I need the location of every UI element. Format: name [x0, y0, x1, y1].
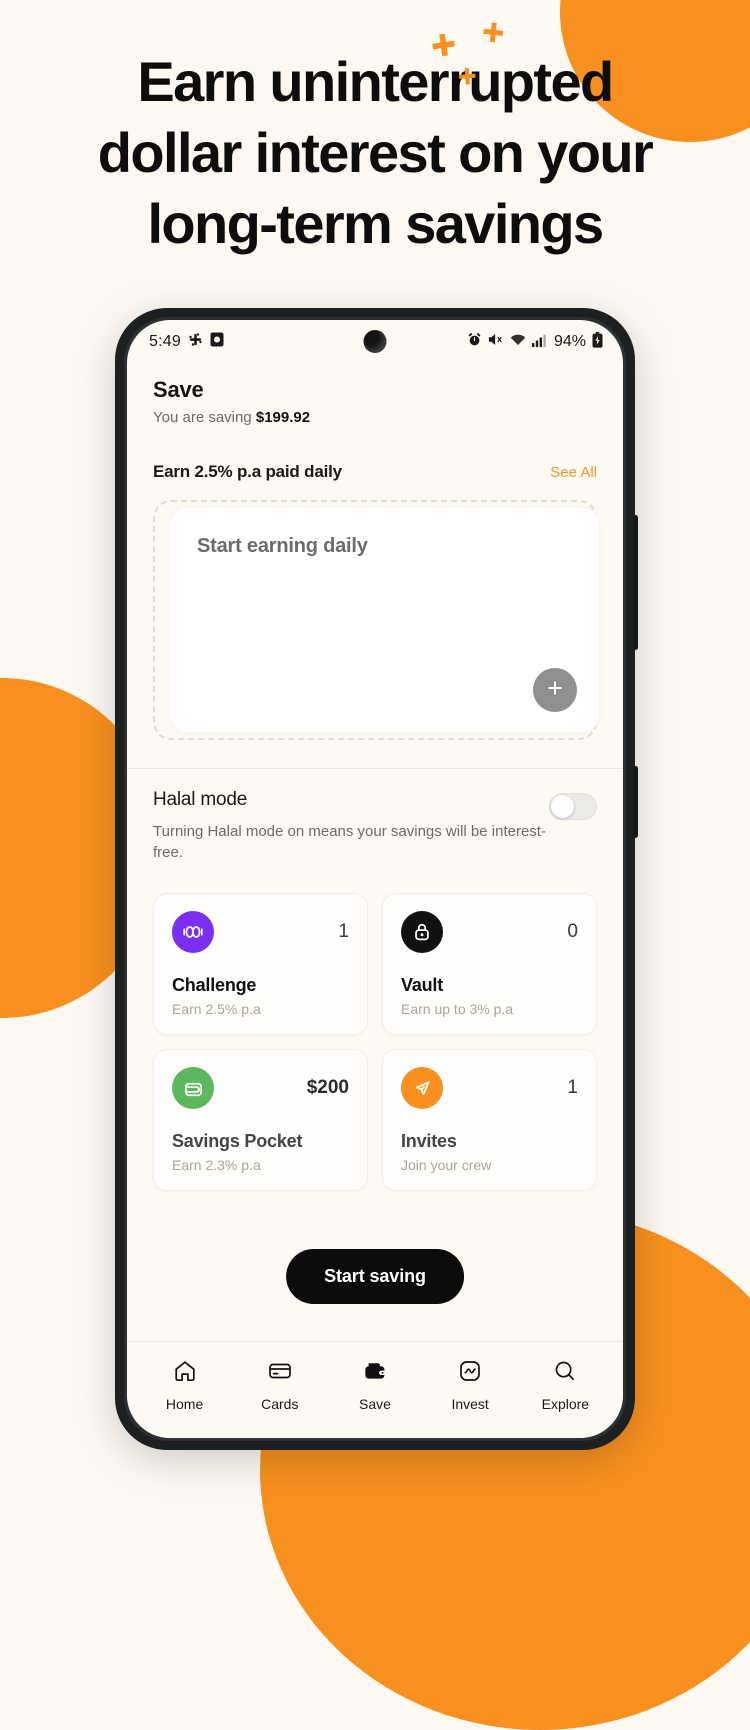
halal-mode-description: Turning Halal mode on means your savings… [153, 823, 546, 861]
headline-line-3: long-term savings [147, 192, 604, 255]
saving-amount: $199.92 [255, 409, 311, 426]
screenshot-icon [210, 332, 224, 352]
start-saving-button[interactable]: Start saving [286, 1249, 464, 1304]
bottom-navigation: Home Cards Save Invest Explore [127, 1341, 623, 1438]
status-bar: 5:49 94% [127, 320, 623, 364]
wallet-filled-icon [362, 1358, 388, 1389]
status-time: 5:49 [149, 333, 181, 350]
nav-item-explore[interactable]: Explore [527, 1358, 603, 1412]
vault-count: 0 [567, 921, 578, 942]
nav-item-home[interactable]: Home [147, 1358, 223, 1412]
savings-pocket-subtitle: Earn 2.3% p.a [172, 1157, 261, 1173]
home-icon [172, 1358, 198, 1389]
savings-pocket-name: Savings Pocket [172, 1131, 303, 1151]
headline-line-2: dollar interest on your [97, 121, 654, 184]
halal-mode-title: Halal mode [153, 789, 248, 810]
invites-subtitle: Join your crew [401, 1157, 492, 1173]
nav-label-save: Save [359, 1396, 391, 1412]
savings-pocket-amount: $200 [306, 1077, 349, 1098]
feature-card-invites[interactable]: 1 Invites Join your crew [382, 1049, 597, 1191]
headline-line-1: Earn uninterrupted [137, 50, 614, 113]
see-all-link[interactable]: See All [550, 464, 597, 481]
nav-label-home: Home [165, 1396, 204, 1412]
chart-squircle-icon [457, 1358, 483, 1389]
nav-label-invest: Invest [451, 1396, 489, 1412]
alarm-icon [467, 332, 482, 352]
phone-mockup: 5:49 94% Save You are saving $199.92 Ear… [115, 308, 638, 1450]
page-title: Save [153, 377, 204, 402]
battery-percent: 94% [553, 333, 586, 350]
search-icon [552, 1358, 578, 1389]
challenge-subtitle: Earn 2.5% p.a [172, 1001, 261, 1017]
phone-screen: 5:49 94% Save You are saving $199.92 Ear… [127, 320, 623, 1438]
nav-label-explore: Explore [541, 1396, 590, 1412]
challenge-name: Challenge [172, 975, 257, 995]
earn-card-area: Start earning daily [153, 500, 599, 740]
invites-name: Invites [401, 1131, 457, 1151]
nav-item-cards[interactable]: Cards [242, 1358, 318, 1412]
volume-button[interactable] [633, 766, 638, 838]
earn-section-title: Earn 2.5% p.a paid daily [153, 462, 342, 481]
front-camera [363, 330, 387, 353]
sparkle-plus-icon [425, 29, 463, 67]
wallet-icon [172, 1067, 214, 1109]
send-plane-icon [401, 1067, 443, 1109]
mute-icon [488, 332, 504, 352]
earn-section-header: Earn 2.5% p.a paid daily See All [127, 426, 623, 482]
halal-mode-toggle[interactable] [549, 793, 597, 820]
saving-summary: You are saving $199.92 [153, 409, 597, 426]
halal-mode-row: Halal mode Turning Halal mode on means y… [127, 769, 623, 863]
start-earning-card[interactable]: Start earning daily [171, 508, 599, 732]
card-icon [267, 1358, 293, 1389]
nav-item-save[interactable]: Save [337, 1358, 413, 1412]
sparkle-plus-icon [454, 65, 481, 92]
nav-item-invest[interactable]: Invest [432, 1358, 508, 1412]
start-earning-card-title: Start earning daily [197, 535, 368, 557]
power-button[interactable] [633, 515, 638, 650]
phone-bezel: 5:49 94% Save You are saving $199.92 Ear… [124, 317, 626, 1441]
add-savings-button[interactable] [533, 668, 577, 712]
invites-count: 1 [567, 1077, 578, 1098]
challenge-coins-icon [172, 911, 214, 953]
plus-icon [545, 678, 565, 703]
sparkle-plus-icon [477, 19, 510, 52]
feature-cards-grid: 1 Challenge Earn 2.5% p.a 0 Vault Earn u… [127, 863, 623, 1191]
save-header: Save You are saving $199.92 [127, 364, 623, 426]
feature-card-savings-pocket[interactable]: $200 Savings Pocket Earn 2.3% p.a [153, 1049, 368, 1191]
toggle-knob [551, 795, 574, 818]
wifi-icon [510, 333, 526, 352]
challenge-count: 1 [338, 921, 349, 942]
vault-name: Vault [401, 975, 444, 995]
lock-icon [401, 911, 443, 953]
signal-icon [531, 333, 546, 352]
battery-charging-icon [592, 331, 603, 353]
saving-summary-prefix: You are saving [153, 409, 256, 426]
nav-label-cards: Cards [261, 1396, 299, 1412]
vault-subtitle: Earn up to 3% p.a [401, 1001, 514, 1017]
slack-icon [188, 332, 203, 352]
feature-card-vault[interactable]: 0 Vault Earn up to 3% p.a [382, 893, 597, 1035]
promo-headline: Earn uninterrupted dollar interest on yo… [0, 22, 750, 259]
feature-card-challenge[interactable]: 1 Challenge Earn 2.5% p.a [153, 893, 368, 1035]
